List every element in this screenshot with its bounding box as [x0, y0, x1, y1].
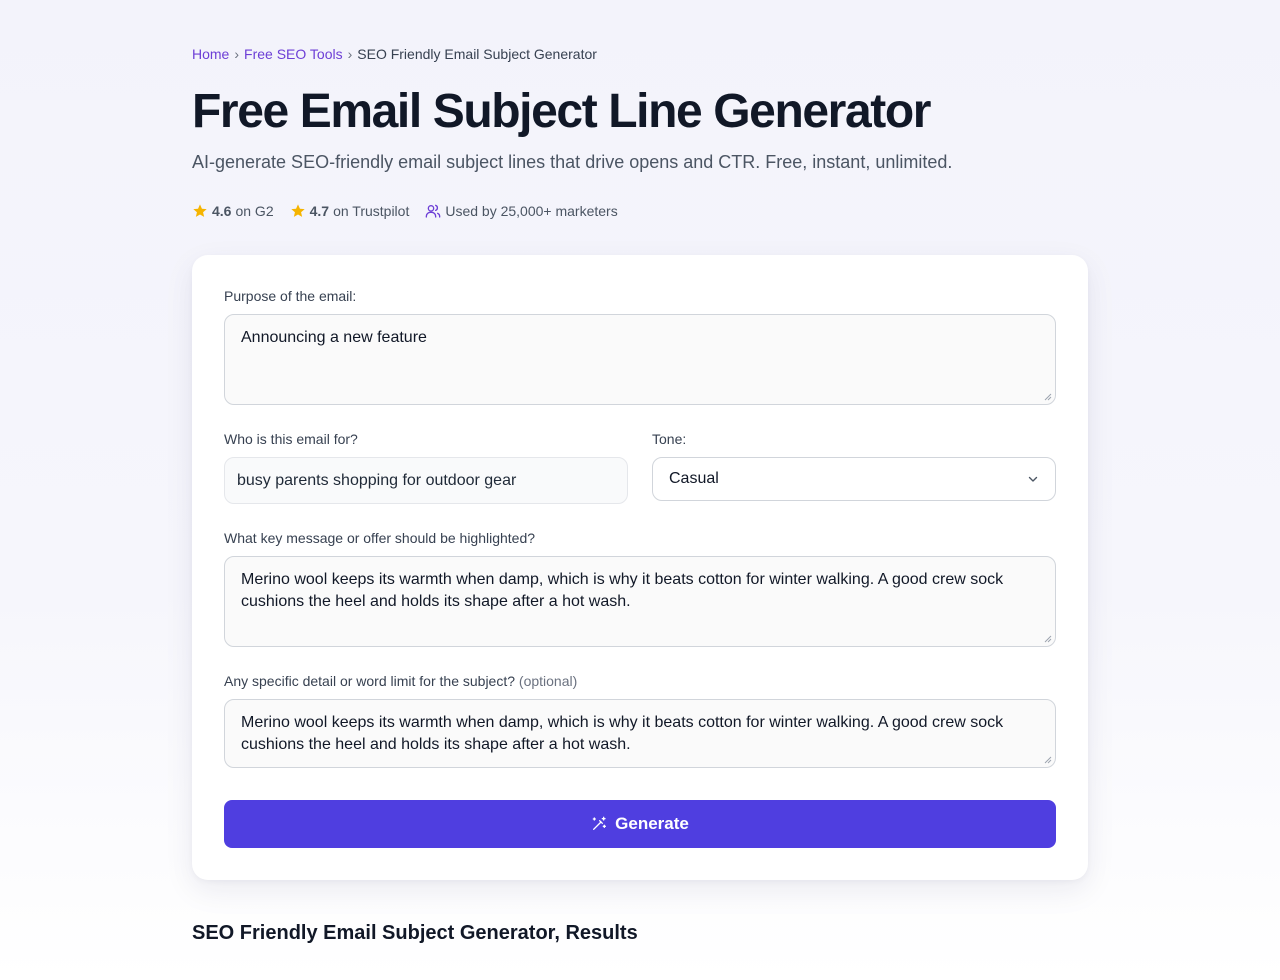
- generator-form-card: Purpose of the email: Announcing a new f…: [192, 255, 1088, 880]
- tone-label: Tone:: [652, 431, 687, 447]
- trustpilot-rating: 4.7 on Trustpilot: [290, 203, 410, 219]
- ratings-bar: 4.6 on G2 4.7 on Trustpilot Used by 25,0…: [192, 203, 634, 219]
- key-message-value: Merino wool keeps its warmth when damp, …: [241, 571, 1004, 610]
- purpose-textarea[interactable]: Announcing a new feature: [224, 314, 1056, 405]
- key-message-textarea[interactable]: Merino wool keeps its warmth when damp, …: [224, 556, 1056, 647]
- audience-label: Who is this email for?: [224, 431, 358, 447]
- detail-value: Merino wool keeps its warmth when damp, …: [241, 714, 1004, 753]
- breadcrumb-current: SEO Friendly Email Subject Generator: [357, 46, 597, 62]
- purpose-label: Purpose of the email:: [224, 288, 357, 304]
- trustpilot-label: on Trustpilot: [333, 203, 410, 219]
- breadcrumb-separator: ›: [347, 46, 353, 62]
- purpose-value: Announcing a new feature: [241, 329, 427, 346]
- users-label: Used by 25,000+ marketers: [445, 203, 618, 219]
- results-heading: SEO Friendly Email Subject Generator, Re…: [192, 922, 638, 944]
- magic-wand-icon: [592, 816, 607, 830]
- resize-handle-icon[interactable]: [1044, 393, 1052, 401]
- trustpilot-score: 4.7: [309, 203, 330, 219]
- users-count: Used by 25,000+ marketers: [425, 203, 618, 219]
- page-subtitle: AI-generate SEO-friendly email subject l…: [192, 152, 953, 172]
- generate-button[interactable]: Generate: [224, 800, 1056, 848]
- g2-rating: 4.6 on G2: [192, 203, 274, 219]
- star-icon: [290, 204, 305, 217]
- resize-handle-icon[interactable]: [1044, 635, 1052, 643]
- chevron-down-icon: [1028, 476, 1038, 482]
- key-message-label: What key message or offer should be high…: [224, 530, 536, 546]
- users-icon: [426, 204, 441, 218]
- g2-score: 4.6: [212, 203, 232, 219]
- detail-label-text: Any specific detail or word limit for th…: [224, 673, 516, 689]
- g2-label: on G2: [235, 203, 274, 219]
- audience-value: busy parents shopping for outdoor gear: [237, 471, 517, 489]
- resize-handle-icon[interactable]: [1044, 756, 1052, 764]
- breadcrumb-home-link[interactable]: Home: [192, 46, 229, 62]
- generate-label: Generate: [615, 814, 689, 833]
- breadcrumb-tools-link[interactable]: Free SEO Tools: [244, 46, 343, 62]
- detail-textarea[interactable]: Merino wool keeps its warmth when damp, …: [224, 699, 1056, 768]
- breadcrumb-separator: ›: [234, 46, 240, 62]
- tone-value: Casual: [669, 470, 719, 487]
- detail-label: Any specific detail or word limit for th…: [224, 673, 577, 689]
- tone-select[interactable]: Casual: [652, 457, 1056, 501]
- page-title: Free Email Subject Line Generator: [192, 85, 931, 138]
- audience-input[interactable]: busy parents shopping for outdoor gear: [224, 457, 628, 504]
- star-icon: [193, 204, 207, 217]
- detail-optional-text: (optional): [518, 673, 578, 689]
- breadcrumb: Home › Free SEO Tools › SEO Friendly Email S…: [192, 46, 597, 62]
